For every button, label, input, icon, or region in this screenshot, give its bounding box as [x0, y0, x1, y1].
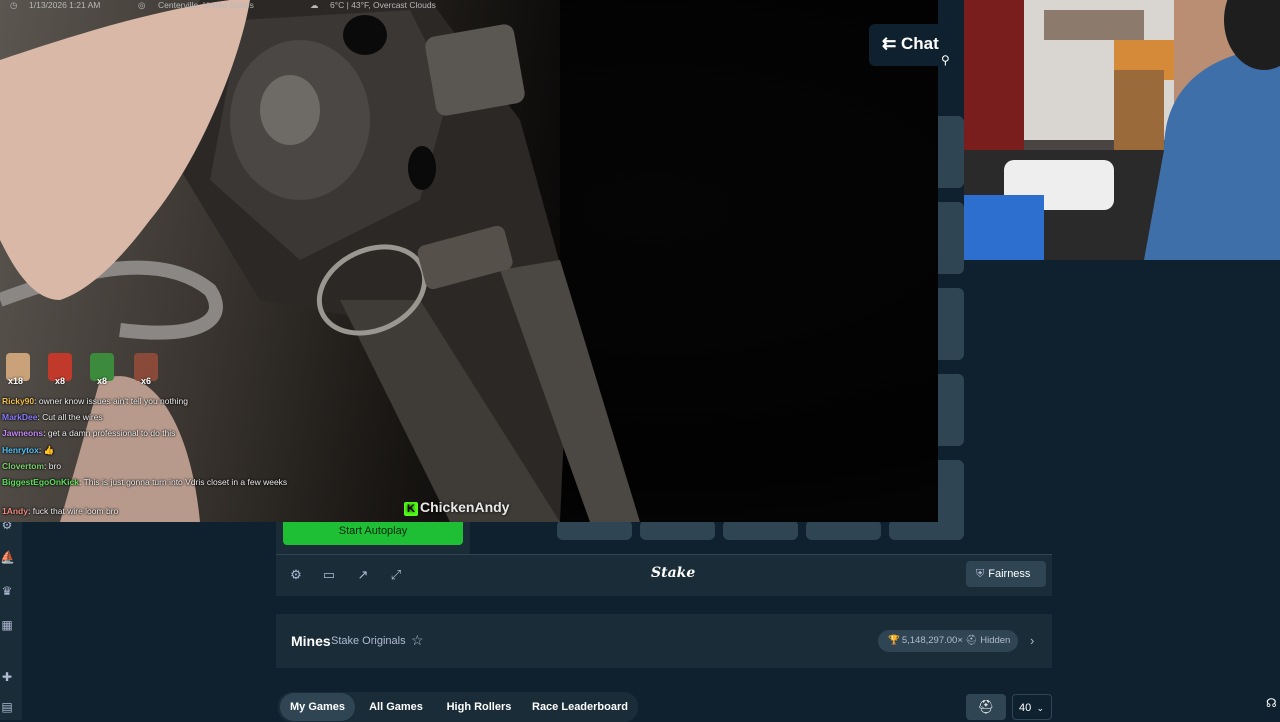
chat-message: Clovertom: bro [2, 461, 62, 471]
stats-icon[interactable]: ↗ [355, 567, 371, 583]
clock-icon: ◷ [10, 0, 18, 10]
page-size-value: 40 [1019, 702, 1032, 714]
chat-message: 1Andy: fuck that wire loom bro [2, 506, 119, 516]
chat-label: Chat [900, 34, 939, 53]
theatre-mode-icon[interactable]: ▭ [321, 567, 337, 583]
chat-message: Henrytox: 👍 [2, 445, 55, 455]
arrow-left-icon: ⇇ [882, 34, 901, 53]
trailer-hitch-image [0, 0, 640, 522]
search-icon[interactable]: ⚲ [941, 53, 950, 67]
datetime: 1/13/2026 1:21 AM [29, 0, 101, 10]
chat-message: Jawneons: get a damn professional to do … [2, 428, 176, 438]
tab-race-leaderboard[interactable]: Race Leaderboard [527, 693, 633, 721]
chat-username: Jawneons [2, 428, 44, 438]
streamer-name: ChickenAndy [420, 499, 510, 515]
stake-logo: Stake [651, 565, 696, 581]
page-size-select[interactable]: 40 ⌄ [1012, 694, 1052, 720]
chat-text: Cut all the wires [42, 412, 103, 422]
game-title: Mines [291, 633, 331, 649]
gift-icon[interactable]: ✚ [0, 670, 14, 684]
emote-count: x18 [8, 376, 24, 386]
location: Centerville, United States [158, 0, 254, 10]
mine-tile[interactable] [938, 116, 964, 188]
weather: 6°C | 43°F, Overcast Clouds [330, 0, 436, 10]
chevron-down-icon: ⌄ [1036, 703, 1044, 713]
trophy-icon: 🏆 [888, 635, 900, 646]
incognito-toggle[interactable]: ⛑ [966, 694, 1006, 720]
ship-icon[interactable]: ⛵ [0, 550, 15, 564]
game-provider[interactable]: Stake Originals [331, 635, 406, 647]
mine-tile[interactable] [938, 374, 964, 446]
mine-tile[interactable] [640, 520, 715, 540]
chat-text: bro [48, 461, 62, 471]
emote-count: x8 [55, 376, 66, 386]
tab-high-rollers[interactable]: High Rollers [440, 693, 518, 721]
chat-text: fuck that wire loom bro [32, 506, 119, 516]
start-autoplay-button[interactable]: Start Autoplay [283, 518, 463, 545]
emote-count: x6 [141, 376, 152, 386]
record-user: Hidden [980, 635, 1011, 646]
trophy-icon[interactable]: ♛ [0, 584, 14, 598]
shield-icon: ⛨ [976, 568, 985, 580]
fairness-button[interactable]: ⛨ Fairness [966, 561, 1046, 587]
kick-logo-icon: K [404, 502, 418, 516]
mine-tile[interactable] [938, 460, 964, 532]
chat-username: Clovertom [2, 461, 45, 471]
cloud-icon: ☁ [310, 0, 319, 10]
chat-username: BiggestEgoOnKick [2, 477, 79, 487]
incognito-icon: ⛑ [965, 635, 981, 646]
popout-icon[interactable]: ⤢ [388, 567, 404, 583]
location-icon: ◎ [138, 0, 146, 10]
chat-toggle[interactable]: ⇇ Chat [882, 34, 939, 54]
webcam-feed [964, 0, 1280, 260]
tab-my-games[interactable]: My Games [280, 693, 355, 721]
chat-message: MarkDee: Cut all the wires [2, 412, 103, 422]
chat-text: 👍 [43, 445, 55, 455]
mine-tile[interactable] [938, 288, 964, 360]
chevron-right-icon[interactable]: › [1030, 633, 1034, 648]
record-multiplier: 5,148,297.00× [901, 635, 963, 646]
fairness-label: Fairness [988, 568, 1031, 580]
support-icon[interactable]: ☊ [1266, 696, 1277, 710]
streamer-watermark: K ChickenAndy [404, 496, 509, 518]
camera-feed: ◷ 1/13/2026 1:21 AM ◎ Centerville, Unite… [0, 0, 938, 522]
record-badge[interactable]: 🏆 5,148,297.00× ⛑ Hidden [878, 630, 1018, 652]
chat-message: BiggestEgoOnKick: This is just gonna tur… [2, 477, 288, 487]
stream-status-bar: ◷ 1/13/2026 1:21 AM ◎ Centerville, Unite… [0, 0, 480, 12]
chat-username: 1Andy [2, 506, 28, 516]
chat-message: Ricky90: owner know issues ain't tell yo… [2, 396, 188, 406]
mine-tile[interactable] [938, 202, 964, 274]
mine-tile[interactable] [723, 520, 798, 540]
chat-text: get a damn professional to do this [47, 428, 176, 438]
grid-icon[interactable]: ▦ [0, 618, 14, 632]
emote-count: x8 [97, 376, 108, 386]
settings-icon[interactable]: ⚙ [288, 567, 304, 583]
chat-username: MarkDee [2, 412, 38, 422]
chat-username: Henrytox [2, 445, 39, 455]
webcam-image [964, 0, 1280, 260]
document-icon[interactable]: ▤ [0, 700, 14, 714]
chat-username: Ricky90 [2, 396, 35, 406]
mine-tile[interactable] [806, 520, 881, 540]
favorite-star-icon[interactable]: ☆ [411, 632, 424, 649]
chat-text: owner know issues ain't tell you nothing [38, 396, 188, 406]
chat-text: This is just gonna turn into Vdris close… [83, 477, 288, 487]
mine-tile[interactable] [557, 520, 632, 540]
tab-all-games[interactable]: All Games [361, 693, 431, 721]
